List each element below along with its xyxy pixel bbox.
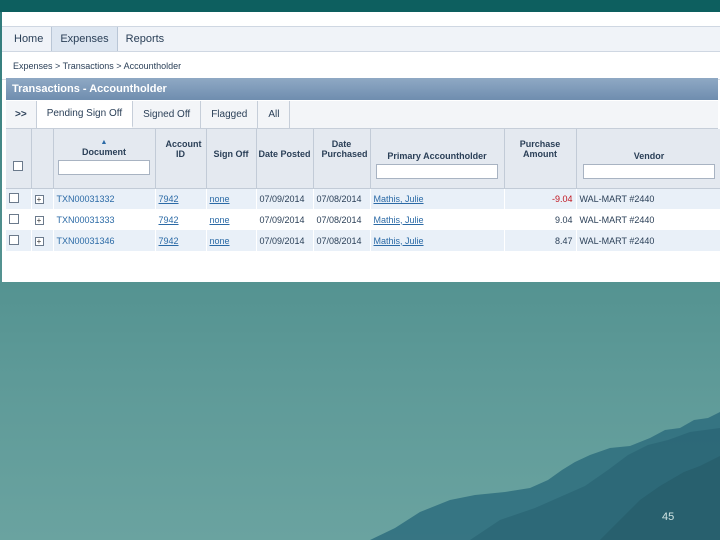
document-cell[interactable]: TXN00031333 [53, 209, 156, 230]
account-id-link[interactable]: 7942 [159, 194, 179, 204]
slide-page-number: 45 [662, 511, 675, 523]
header-document-label: Document [81, 147, 126, 157]
document-filter-input[interactable] [58, 160, 150, 175]
row-checkbox[interactable] [9, 192, 19, 203]
header-account-id-label: Account ID [165, 139, 202, 159]
date-purchased-cell: 07/08/2014 [313, 230, 371, 251]
accountholder-link[interactable]: Mathis, Julie [374, 236, 424, 246]
header-account-id[interactable]: Account ID [155, 129, 207, 189]
header-date-posted-label: Date Posted [258, 149, 311, 159]
accountholder-link[interactable]: Mathis, Julie [374, 194, 424, 204]
date-purchased-cell: 07/08/2014 [313, 188, 371, 209]
expand-row-icon[interactable]: + [34, 215, 44, 225]
header-sign-off[interactable]: Sign Off [206, 129, 257, 189]
table-row[interactable]: + TXN00031346 7942 none 07/09/2014 07/08… [6, 230, 720, 251]
table-row[interactable]: + TXN00031333 7942 none 07/09/2014 07/08… [6, 209, 720, 230]
date-posted-cell: 07/09/2014 [256, 230, 314, 251]
table-row[interactable]: + TXN00031332 7942 none 07/09/2014 07/08… [6, 188, 720, 209]
header-expand [31, 129, 54, 189]
sign-off-link[interactable]: none [210, 236, 230, 246]
header-vendor[interactable]: Vendor [576, 129, 720, 189]
date-purchased-cell: 07/08/2014 [313, 209, 371, 230]
header-document[interactable]: ▲ Document [53, 129, 156, 189]
accountholder-link[interactable]: Mathis, Julie [374, 215, 424, 225]
date-posted-cell: 07/09/2014 [256, 188, 314, 209]
sign-off-link[interactable]: none [210, 194, 230, 204]
accountholder-filter-input[interactable] [376, 164, 498, 179]
transactions-table: ▲ Document Account ID Sign Off Date Post… [6, 129, 720, 251]
header-accountholder-label: Primary Accountholder [387, 151, 487, 161]
amount-cell: 9.04 [504, 209, 577, 230]
header-select [6, 129, 32, 189]
nav-home[interactable]: Home [6, 27, 51, 51]
tab-pending-sign-off[interactable]: Pending Sign Off [36, 101, 134, 128]
tab-flagged[interactable]: Flagged [201, 101, 259, 128]
nav-expenses[interactable]: Expenses [51, 27, 118, 51]
nav-reports[interactable]: Reports [118, 27, 173, 51]
row-checkbox[interactable] [9, 234, 19, 245]
select-all-checkbox[interactable] [13, 161, 24, 171]
tab-all[interactable]: All [258, 101, 291, 128]
account-id-link[interactable]: 7942 [159, 236, 179, 246]
breadcrumb: Expenses > Transactions > Accountholder [13, 61, 182, 71]
row-checkbox[interactable] [9, 213, 19, 224]
date-posted-cell: 07/09/2014 [256, 209, 314, 230]
amount-cell: -9.04 [504, 188, 577, 209]
expand-row-icon[interactable]: + [34, 194, 44, 204]
expand-row-icon[interactable]: + [34, 236, 44, 246]
header-date-posted[interactable]: Date Posted [256, 129, 314, 189]
tab-signed-off[interactable]: Signed Off [133, 101, 202, 128]
main-nav: Home Expenses Reports [2, 26, 720, 52]
header-purchase-amount[interactable]: Purchase Amount [504, 129, 577, 189]
vendor-cell: WAL-MART #2440 [576, 230, 720, 251]
expand-tabs-button[interactable]: >> [6, 101, 37, 128]
vendor-cell: WAL-MART #2440 [576, 188, 720, 209]
document-cell[interactable]: TXN00031346 [53, 230, 156, 251]
amount-cell: 8.47 [504, 230, 577, 251]
table-header-row: ▲ Document Account ID Sign Off Date Post… [6, 129, 720, 189]
header-vendor-label: Vendor [633, 151, 665, 161]
sign-off-link[interactable]: none [210, 215, 230, 225]
sort-ascending-icon: ▲ [100, 139, 108, 146]
panel-title: Transactions - Accountholder [6, 78, 718, 100]
header-sign-off-label: Sign Off [213, 149, 249, 159]
header-primary-accountholder[interactable]: Primary Accountholder [370, 129, 505, 189]
account-id-link[interactable]: 7942 [159, 215, 179, 225]
vendor-filter-input[interactable] [582, 164, 716, 179]
header-date-purchased-label: Date Purchased [321, 139, 368, 159]
filter-tabs: >> Pending Sign Off Signed Off Flagged A… [6, 101, 718, 129]
vendor-cell: WAL-MART #2440 [576, 209, 720, 230]
header-date-purchased[interactable]: Date Purchased [313, 129, 371, 189]
header-amount-label: Purchase Amount [519, 139, 561, 159]
document-cell[interactable]: TXN00031332 [53, 188, 156, 209]
